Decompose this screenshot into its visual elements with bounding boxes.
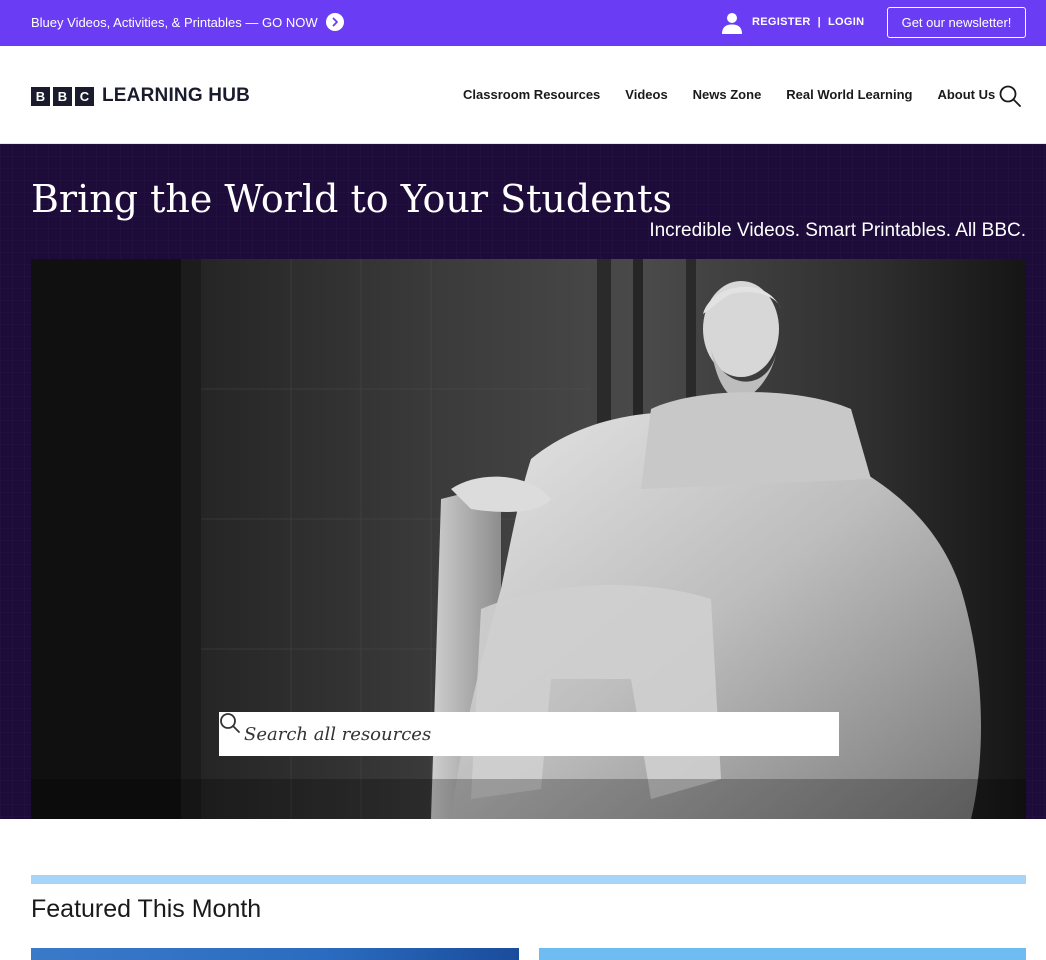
logo-block-b1: B [31, 86, 50, 106]
resource-search[interactable] [219, 712, 839, 756]
chevron-right-circle-icon[interactable] [325, 13, 344, 31]
search-icon[interactable] [998, 84, 1022, 108]
featured-card[interactable] [31, 948, 519, 960]
user-icon[interactable] [720, 10, 744, 34]
login-link[interactable]: LOGIN [828, 16, 864, 28]
featured-divider [31, 875, 1026, 884]
logo-block-c: C [75, 86, 94, 106]
nav-item-news-zone[interactable]: News Zone [693, 87, 762, 102]
hero: Bring the World to Your Students Incredi… [0, 144, 1046, 819]
logo-block-b2: B [53, 86, 72, 106]
promo-bar: Bluey Videos, Activities, & Printables —… [0, 0, 1046, 46]
search-input[interactable] [244, 723, 804, 745]
site-header: B B C LEARNING HUB Classroom Resources V… [0, 46, 1046, 144]
logo-text: LEARNING HUB [102, 85, 251, 106]
featured-card[interactable] [539, 948, 1026, 960]
hero-image [31, 259, 1026, 819]
newsletter-button[interactable]: Get our newsletter! [887, 7, 1026, 38]
hero-title: Bring the World to Your Students [31, 177, 672, 221]
promo-text[interactable]: Bluey Videos, Activities, & Printables —… [31, 15, 318, 30]
account-separator: | [817, 16, 822, 28]
nav-item-videos[interactable]: Videos [625, 87, 667, 102]
register-link[interactable]: REGISTER [752, 16, 811, 28]
featured-title: Featured This Month [31, 895, 262, 923]
bbc-learning-hub-logo[interactable]: B B C LEARNING HUB [31, 85, 250, 107]
main-nav: Classroom Resources Videos News Zone Rea… [463, 87, 995, 102]
nav-item-real-world-learning[interactable]: Real World Learning [786, 87, 912, 102]
nav-item-about-us[interactable]: About Us [937, 87, 995, 102]
nav-item-classroom-resources[interactable]: Classroom Resources [463, 87, 600, 102]
promo-link[interactable]: Bluey Videos, Activities, & Printables —… [31, 13, 344, 31]
account-links: REGISTER | LOGIN [720, 10, 864, 34]
search-icon [220, 713, 240, 733]
hero-subtitle: Incredible Videos. Smart Printables. All… [649, 220, 1026, 241]
